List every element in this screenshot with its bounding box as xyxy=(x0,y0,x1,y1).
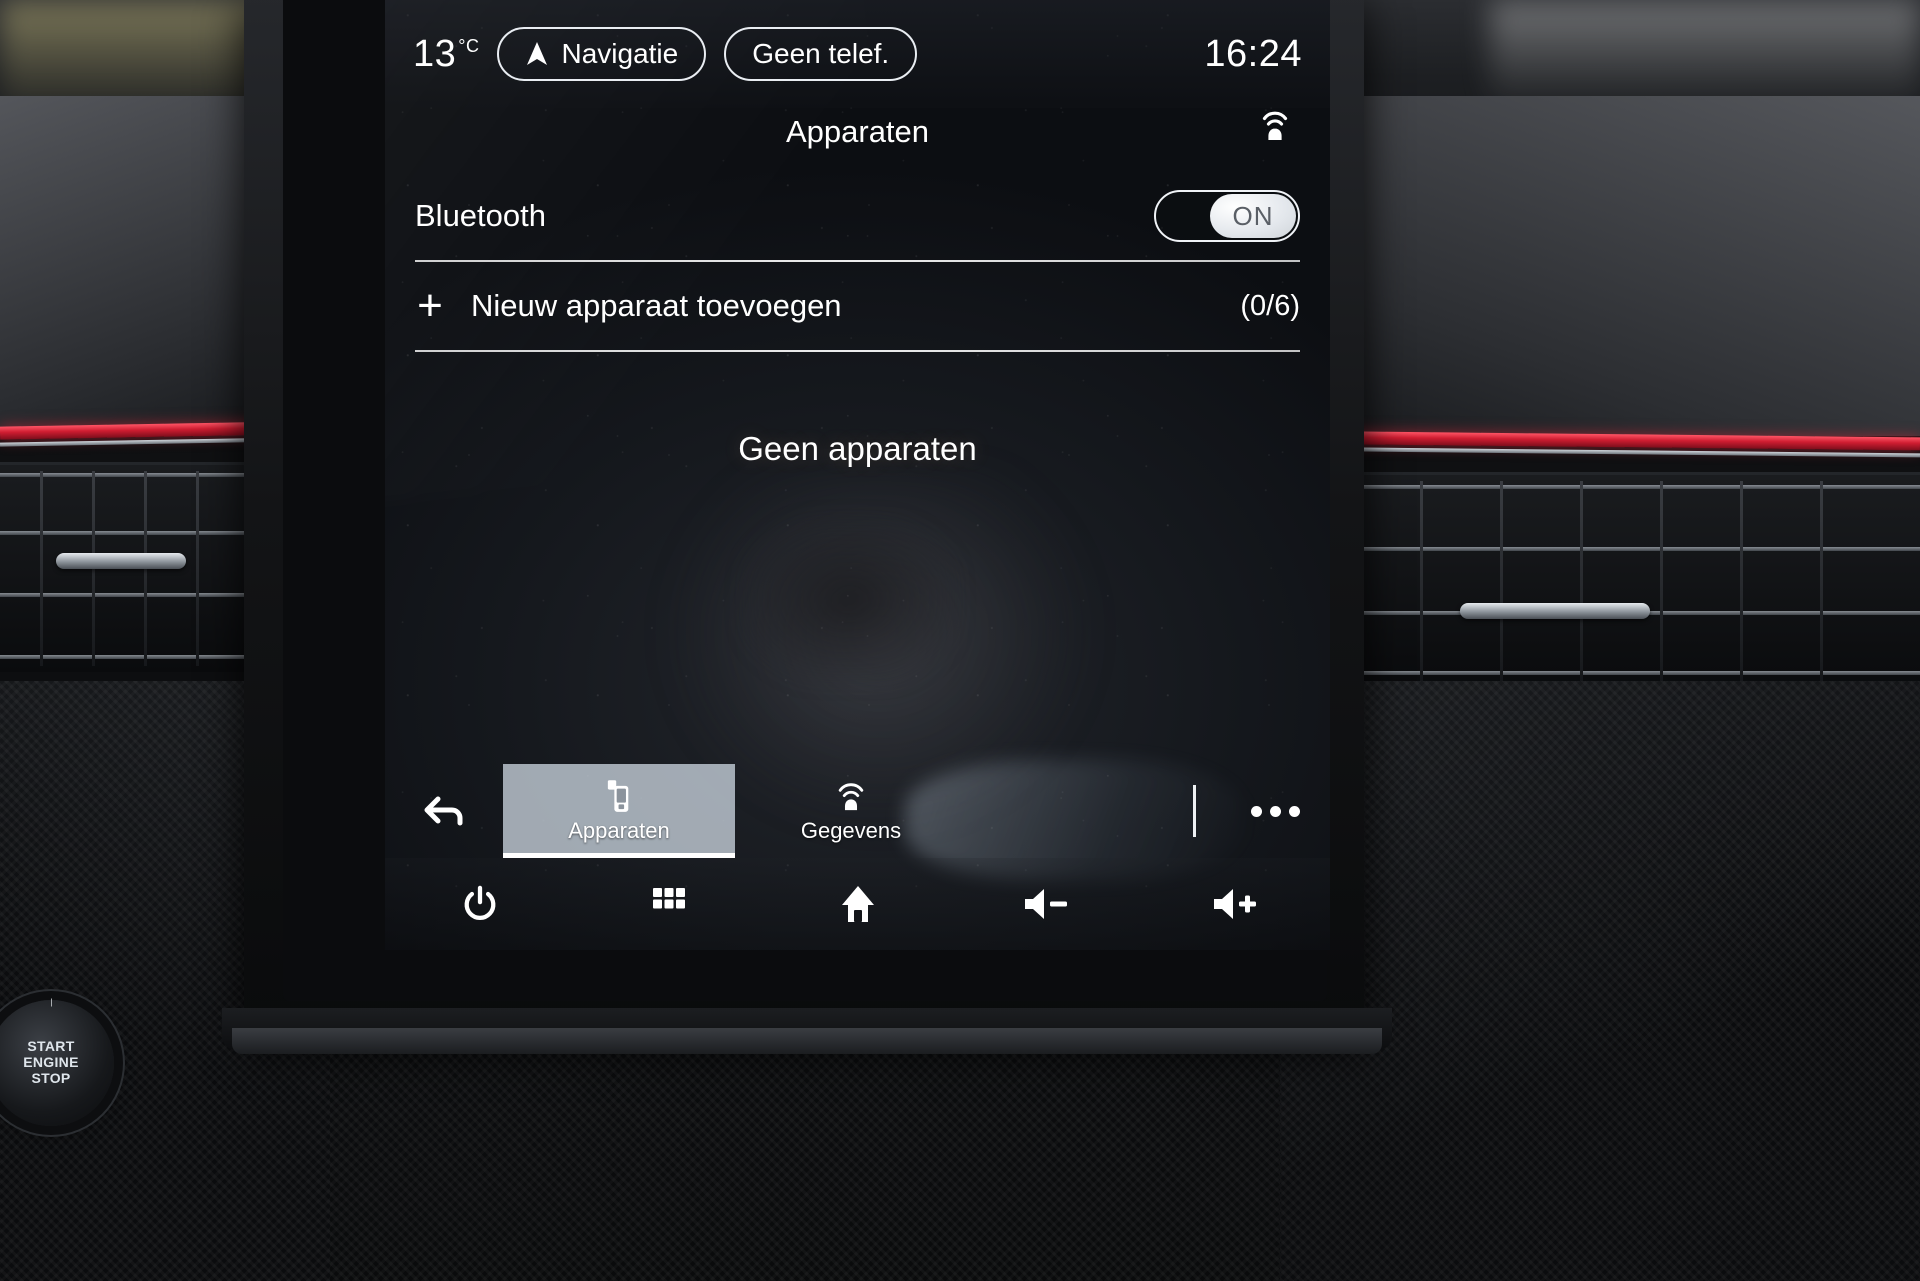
add-device-label: Nieuw apparaat toevoegen xyxy=(471,288,842,323)
power-icon xyxy=(461,884,499,924)
bluetooth-label: Bluetooth xyxy=(415,198,546,233)
screen-reflection-head xyxy=(745,520,955,680)
apps-grid-icon xyxy=(652,887,686,921)
vent-knob-right[interactable] xyxy=(1460,603,1650,619)
status-bar: 13 °C Navigatie Geen telef. 16:24 xyxy=(385,0,1330,108)
ellipsis-icon xyxy=(1250,805,1300,817)
outside-temperature: 13 °C xyxy=(413,33,479,76)
volume-down-icon xyxy=(1021,887,1073,921)
bluetooth-toggle-state: ON xyxy=(1232,200,1274,231)
volume-up-button[interactable] xyxy=(1141,887,1330,921)
dashboard-pad-right xyxy=(1280,96,1920,436)
start-engine-stop-button[interactable]: START ENGINE STOP xyxy=(0,1000,114,1126)
home-button[interactable] xyxy=(763,884,952,924)
power-button[interactable] xyxy=(385,884,574,924)
start-button-line2: ENGINE xyxy=(23,1054,79,1071)
plus-icon: + xyxy=(417,281,443,330)
settings-list: Bluetooth ON + Nieuw apparaat toevoegen … xyxy=(415,172,1300,352)
start-button-line1: START xyxy=(27,1038,75,1055)
tab-gegevens[interactable]: Gegevens xyxy=(735,764,967,858)
broadcast-icon xyxy=(835,778,867,814)
broadcast-icon xyxy=(1258,104,1292,144)
back-button[interactable] xyxy=(385,764,503,858)
infotainment-screen: 13 °C Navigatie Geen telef. 16:24 Apparat… xyxy=(385,0,1330,950)
console-right-panel xyxy=(1280,681,1920,1281)
list-divider-bottom xyxy=(415,350,1300,352)
status-navigation-label: Navigatie xyxy=(561,38,679,69)
page-title: Apparaten xyxy=(785,114,930,149)
add-device-count: (0/6) xyxy=(1240,289,1300,322)
home-icon xyxy=(838,884,878,924)
status-phone-label: Geen telef. xyxy=(752,38,890,69)
vent-knob-left[interactable] xyxy=(56,553,186,569)
bluetooth-toggle-thumb: ON xyxy=(1210,194,1296,238)
tab-apparaten[interactable]: Apparaten xyxy=(503,764,735,858)
device-phone-icon xyxy=(606,778,632,814)
start-button-line3: STOP xyxy=(31,1069,71,1086)
volume-up-icon xyxy=(1210,887,1262,921)
temperature-unit: °C xyxy=(458,35,480,56)
volume-down-button[interactable] xyxy=(952,887,1141,921)
back-arrow-icon xyxy=(422,789,466,834)
navigation-arrow-icon xyxy=(525,41,549,67)
tab-bar-separator xyxy=(1193,785,1196,837)
empty-state-message: Geen apparaten xyxy=(738,430,977,467)
add-device-row[interactable]: + Nieuw apparaat toevoegen (0/6) xyxy=(415,262,1300,350)
page-title-row: Apparaten xyxy=(385,100,1330,164)
bluetooth-row[interactable]: Bluetooth ON xyxy=(415,172,1300,260)
tab-gegevens-label: Gegevens xyxy=(800,818,902,843)
status-navigation-pill[interactable]: Navigatie xyxy=(497,27,707,81)
status-clock: 16:24 xyxy=(1204,32,1302,75)
infotainment-stand-chrome xyxy=(232,1028,1382,1054)
apps-grid-button[interactable] xyxy=(574,887,763,921)
bluetooth-toggle[interactable]: ON xyxy=(1154,190,1300,242)
tab-apparaten-label: Apparaten xyxy=(568,818,670,843)
key-bar xyxy=(385,858,1330,950)
more-options-button[interactable] xyxy=(1220,764,1330,858)
status-phone-pill[interactable]: Geen telef. xyxy=(724,27,918,81)
temperature-value: 13 xyxy=(413,32,457,75)
tab-bar: Apparaten Gegevens xyxy=(385,764,1330,858)
windshield-glow-right xyxy=(1490,0,1920,110)
car-infotainment-scene: START ENGINE STOP 13 °C Navigatie Geen te… xyxy=(0,0,1920,1281)
air-vent-right xyxy=(1280,472,1920,687)
